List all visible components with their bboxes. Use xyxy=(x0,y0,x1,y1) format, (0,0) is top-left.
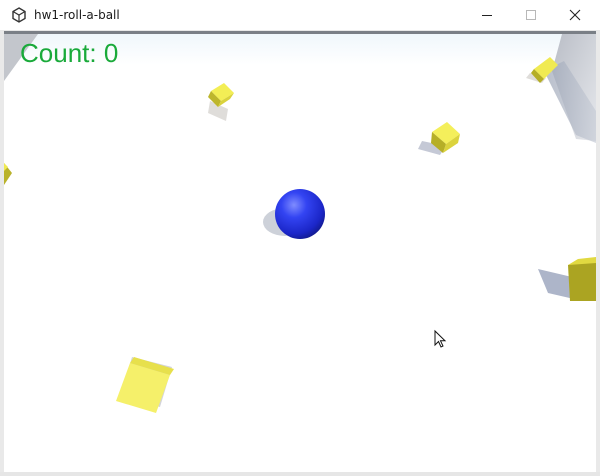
window-title: hw1-roll-a-ball xyxy=(34,8,120,22)
game-viewport[interactable]: Count: 0 xyxy=(4,31,596,472)
window-right-border xyxy=(596,31,600,476)
window-bottom-border xyxy=(0,472,600,476)
minimize-icon xyxy=(482,15,492,16)
maximize-icon xyxy=(526,10,536,20)
player-ball xyxy=(275,189,325,239)
game-scene xyxy=(4,31,596,472)
maximize-button[interactable] xyxy=(508,0,554,30)
top-edge xyxy=(4,31,596,34)
close-icon xyxy=(569,9,581,21)
close-button[interactable] xyxy=(552,0,598,30)
minimize-button[interactable] xyxy=(464,0,510,30)
title-bar[interactable]: hw1-roll-a-ball xyxy=(0,0,600,31)
count-label: Count: 0 xyxy=(20,38,119,68)
unity-app-icon xyxy=(12,7,26,23)
game-window: hw1-roll-a-ball Count: 0 xyxy=(0,0,600,476)
floor xyxy=(4,31,596,472)
